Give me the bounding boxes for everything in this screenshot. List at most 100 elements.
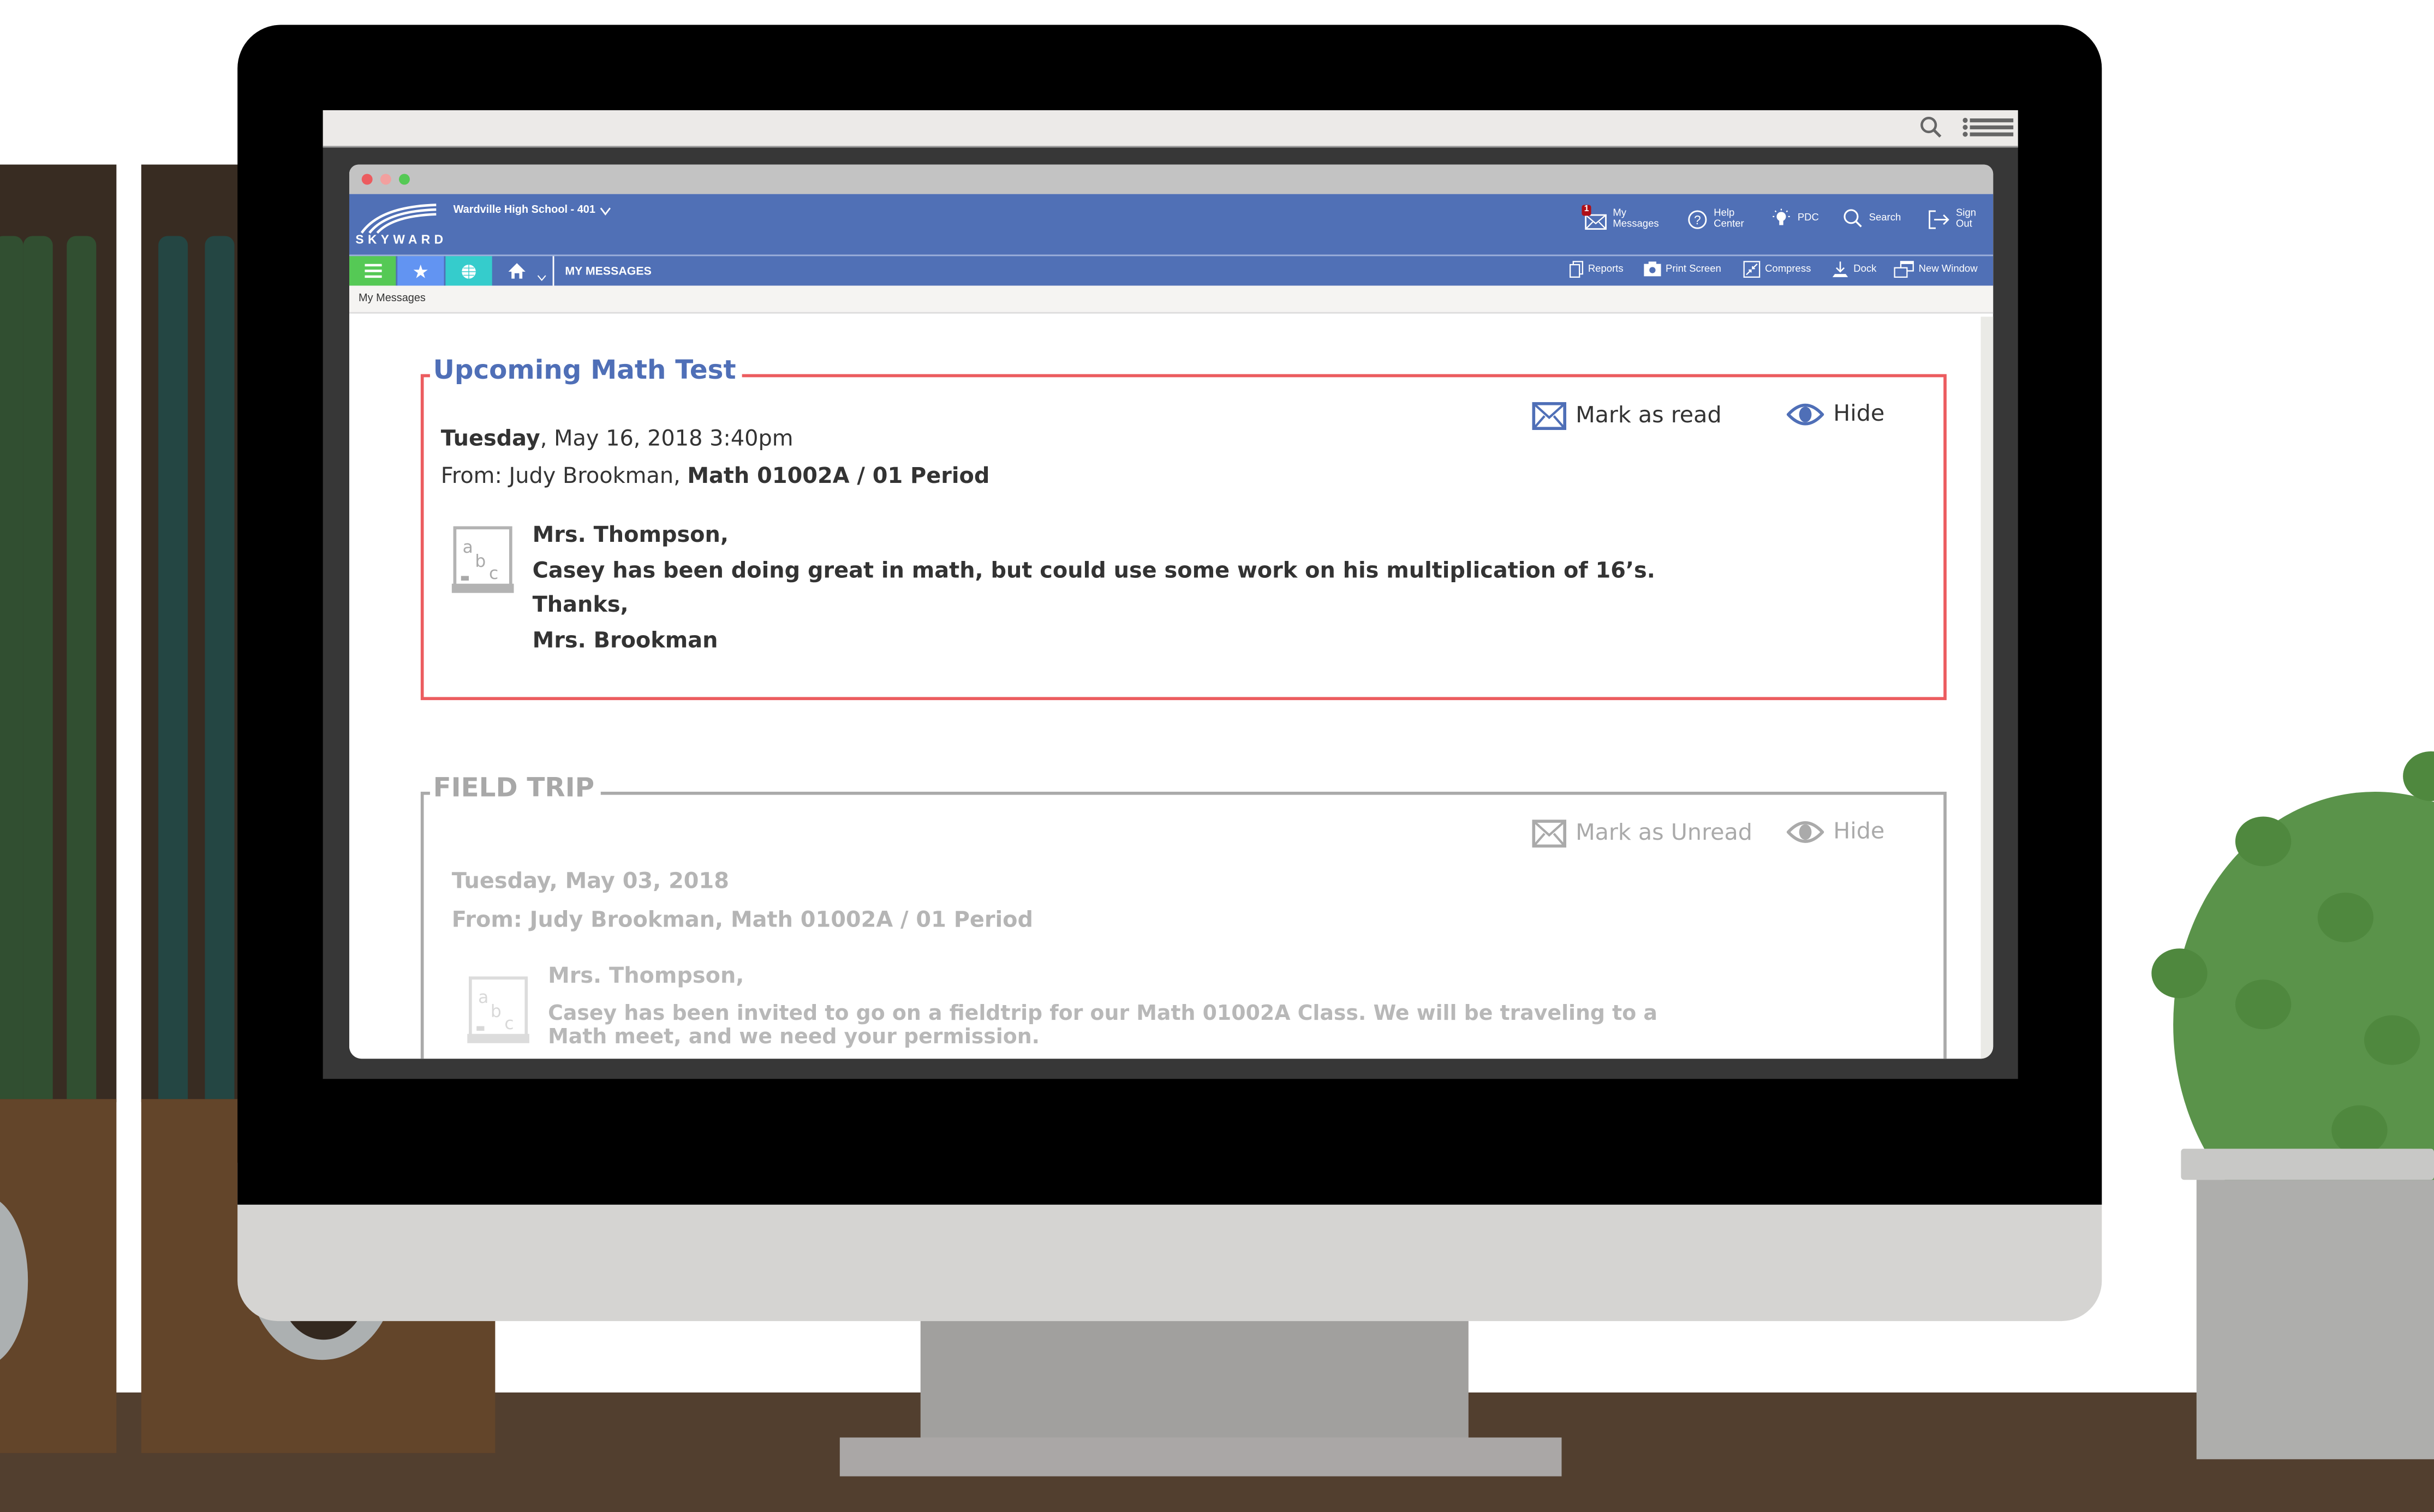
help-center-link[interactable]: ? Help Center: [1687, 208, 1744, 230]
app-window: SKYWARD Wardville High School - 401 1 My…: [349, 164, 1994, 1059]
search-icon: [1844, 209, 1862, 228]
app-header: SKYWARD Wardville High School - 401 1 My…: [349, 194, 1994, 255]
svg-text:b: b: [491, 1001, 502, 1021]
star-icon: ★: [412, 260, 429, 282]
sign-out-label-1: Sign: [1955, 208, 1976, 219]
compress-button[interactable]: Compress: [1743, 261, 1811, 278]
envelope-icon: [1532, 820, 1566, 848]
pdc-label: PDC: [1797, 212, 1819, 224]
eye-icon: [1786, 821, 1824, 843]
plant-leaf: [2403, 751, 2434, 802]
message-date: Tuesday, May 03, 2018: [452, 869, 729, 894]
hide-label: Hide: [1833, 402, 1885, 427]
mark-as-unread-label: Mark as Unread: [1576, 821, 1752, 846]
message-body: Mrs. Thompson, Casey has been invited to…: [548, 964, 1657, 1049]
pot: [2196, 1180, 2434, 1460]
main-menu-button[interactable]: [349, 256, 396, 286]
new-window-label: New Window: [1918, 264, 1978, 275]
print-screen-button[interactable]: Print Screen: [1644, 261, 1721, 277]
maximize-window-button[interactable]: [399, 174, 410, 185]
message-title: Upcoming Math Test: [429, 355, 742, 387]
text-message-icon: a b c: [467, 976, 529, 1043]
hamburger-icon: [364, 264, 381, 278]
logo-arc-icon: [360, 204, 437, 234]
breadcrumb-item[interactable]: My Messages: [359, 294, 426, 304]
sender-class: Math 01002A / 01 Period: [731, 908, 1034, 933]
message-date-day: Tuesday: [440, 427, 540, 452]
message-body-line: Mrs. Thompson,: [532, 523, 729, 548]
camera-icon: [1644, 261, 1661, 277]
message-body-line: Casey has been doing great in math, but …: [532, 558, 1655, 583]
help-center-label-1: Help: [1714, 208, 1735, 219]
school-selector[interactable]: Wardville High School - 401: [454, 205, 611, 216]
pdc-link[interactable]: PDC: [1771, 208, 1819, 228]
message-sender: From: Judy Brookman, Math 01002A / 01 Pe…: [452, 908, 1033, 933]
home-button[interactable]: [494, 256, 551, 285]
text-message-icon: a b c: [451, 526, 514, 593]
new-window-button[interactable]: New Window: [1894, 261, 1978, 278]
message-body-line: Thanks,: [532, 593, 629, 619]
search-link[interactable]: Search: [1842, 208, 1901, 228]
close-window-button[interactable]: [361, 174, 373, 185]
book: [67, 236, 97, 1099]
sign-out-link[interactable]: Sign Out: [1928, 208, 1976, 230]
plant-leaf: [2331, 1105, 2388, 1155]
search-label: Search: [1869, 212, 1901, 224]
mark-as-read-label: Mark as read: [1576, 403, 1722, 429]
my-messages-label-1: My: [1613, 208, 1626, 219]
dock-button[interactable]: Dock: [1832, 261, 1876, 278]
book: [23, 236, 53, 1099]
search-icon[interactable]: [1919, 115, 1944, 140]
monitor-base: [839, 1437, 1562, 1477]
hide-label: Hide: [1833, 820, 1885, 845]
svg-text:?: ?: [1694, 212, 1701, 226]
home-icon: [508, 263, 525, 279]
sign-out-label-2: Out: [1955, 219, 1972, 230]
my-messages-link[interactable]: 1 My Messages: [1582, 205, 1659, 230]
globe-button[interactable]: [445, 256, 492, 286]
plant-foliage: [2173, 792, 2434, 1196]
nav-divider: [552, 256, 554, 286]
globe-icon: [462, 264, 476, 278]
dock-icon: [1832, 261, 1848, 277]
book: [0, 236, 23, 1099]
help-circle-icon: ?: [1688, 210, 1707, 229]
minimize-window-button[interactable]: [380, 174, 391, 185]
skyward-logo[interactable]: SKYWARD: [355, 200, 443, 250]
mark-as-read-button[interactable]: Mark as read: [1532, 402, 1722, 431]
svg-text:b: b: [475, 551, 486, 571]
message-body-line: Casey has been invited to go on a fieldt…: [548, 1002, 1657, 1026]
hide-button[interactable]: Hide: [1786, 402, 1885, 427]
monitor-stand: [920, 1321, 1469, 1443]
plant-leaf: [2151, 948, 2208, 999]
unread-count-badge: 1: [1582, 205, 1591, 216]
sign-out-icon: [1929, 210, 1949, 229]
plant-leaf: [2235, 816, 2292, 866]
message-title: FIELD TRIP: [429, 773, 601, 804]
print-screen-label: Print Screen: [1666, 263, 1721, 274]
bookshelf-left: [0, 164, 117, 1102]
school-name: Wardville High School - 401: [453, 205, 595, 216]
scrollbar-track[interactable]: [1980, 316, 1994, 1059]
plant-leaf: [2317, 892, 2374, 942]
favorites-button[interactable]: ★: [397, 256, 444, 286]
message-body-line: Mrs. Brookman: [532, 629, 718, 654]
lightbulb-icon: [1773, 208, 1790, 225]
sender-name: From: Judy Brookman,: [440, 464, 688, 489]
message-body: Mrs. Thompson, Casey has been doing grea…: [533, 518, 1655, 659]
envelope-icon: [1532, 402, 1566, 431]
browser-toolbar: [323, 110, 2018, 148]
list-menu-icon[interactable]: [1960, 115, 2016, 140]
chevron-down-icon: [537, 275, 546, 281]
message-body-line: Mrs. Thompson,: [548, 964, 744, 989]
sender-class: Math 01002A / 01 Period: [687, 464, 990, 489]
mark-as-unread-button[interactable]: Mark as Unread: [1532, 820, 1752, 848]
plant-leaf: [2364, 1015, 2420, 1065]
svg-text:a: a: [478, 988, 488, 1007]
hide-button[interactable]: Hide: [1786, 820, 1885, 845]
plant-leaf: [2235, 979, 2292, 1030]
reports-button[interactable]: Reports: [1569, 261, 1624, 278]
scene: SKYWARD Wardville High School - 401 1 My…: [0, 0, 2434, 1512]
message-date-rest: , May 03, 2018: [549, 869, 729, 894]
eye-icon: [1786, 403, 1824, 426]
